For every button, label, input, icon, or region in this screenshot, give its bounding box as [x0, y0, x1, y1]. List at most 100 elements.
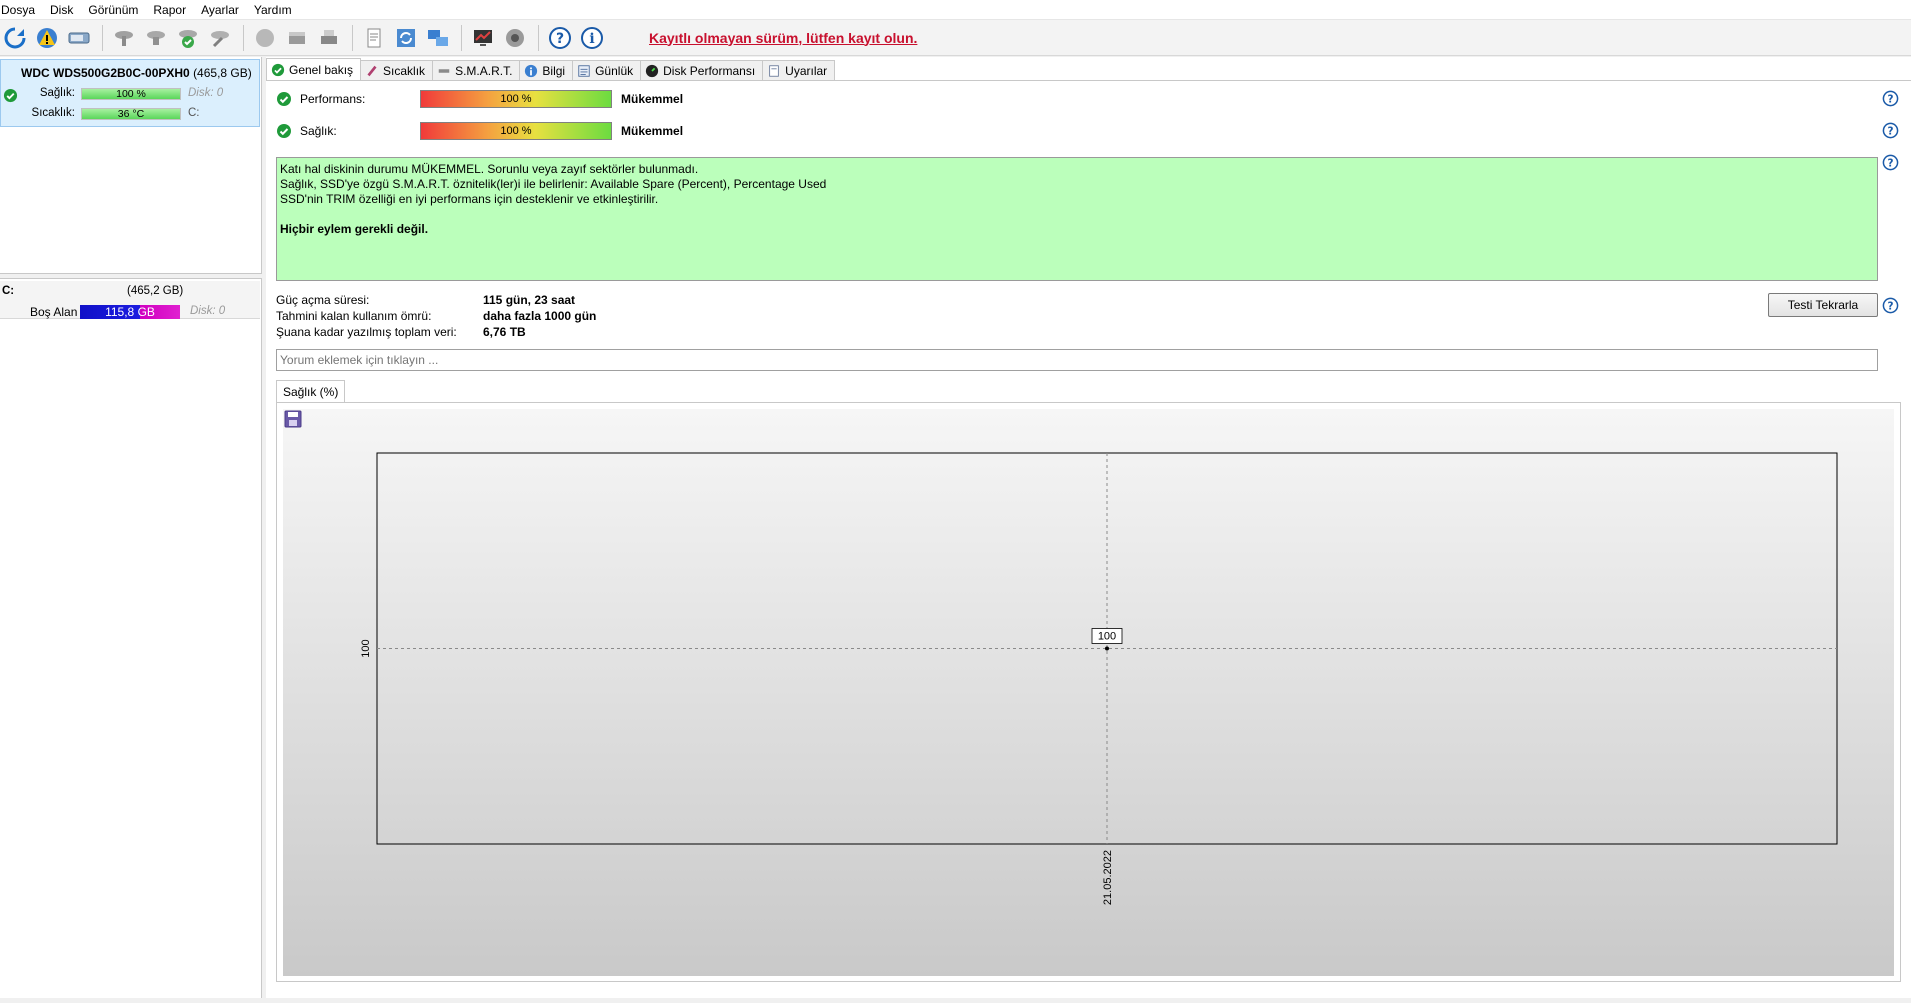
- disk-index: Disk: 0: [188, 87, 224, 99]
- lifetime-value: daha fazla 1000 gün: [483, 309, 597, 323]
- status-message-box: Katı hal diskinin durumu MÜKEMMEL. Sorun…: [276, 157, 1878, 281]
- check-circle-icon: [271, 63, 285, 77]
- tab-info-label: Bilgi: [542, 64, 566, 78]
- sync-button[interactable]: [391, 23, 421, 53]
- tab-alerts-label: Uyarılar: [785, 64, 828, 78]
- performance-status: Mükemmel: [621, 92, 684, 106]
- tab-overview[interactable]: Genel bakış: [266, 58, 362, 81]
- performance-ok-icon: [277, 92, 291, 106]
- temp-mini-value: 36 °C: [117, 108, 145, 120]
- y-tick-label: 100: [360, 639, 372, 657]
- menu-dosya[interactable]: Dosya: [0, 0, 49, 20]
- menu-yardim[interactable]: Yardım: [253, 0, 306, 20]
- main-panel: Genel bakış Sıcaklık S.M.A.R.T. Bilgi Gü…: [266, 57, 1911, 1003]
- disk-list-panel: WDC WDS500G2B0C-00PXH0 (465,8 GB) Sağlık…: [0, 57, 262, 1003]
- tab-bar: Genel bakış Sıcaklık S.M.A.R.T. Bilgi Gü…: [266, 58, 836, 81]
- tab-log[interactable]: Günlük: [572, 60, 642, 81]
- help-icon[interactable]: ?: [1882, 297, 1899, 314]
- volume-disk-index: Disk: 0: [190, 305, 226, 317]
- health-bar: 100 %: [420, 122, 612, 140]
- printer-icon: [321, 29, 337, 44]
- written-label: Şuana kadar yazılmış toplam veri:: [276, 325, 457, 339]
- menu-gorunum[interactable]: Görünüm: [87, 0, 152, 20]
- disk-name: WDC WDS500G2B0C-00PXH0: [21, 66, 190, 80]
- disk-tool-2-button[interactable]: [141, 23, 171, 53]
- disk-tool-4-button[interactable]: [205, 23, 235, 53]
- tab-temperature[interactable]: Sıcaklık: [360, 60, 434, 81]
- disk-card[interactable]: WDC WDS500G2B0C-00PXH0 (465,8 GB) Sağlık…: [0, 59, 260, 127]
- tool-6-button[interactable]: [282, 23, 312, 53]
- disk-tool-3-button[interactable]: [173, 23, 203, 53]
- lifetime-label: Tahmini kalan kullanım ömrü:: [276, 309, 432, 323]
- menu-rapor[interactable]: Rapor: [152, 0, 200, 20]
- volume-size: (465,2 GB): [127, 285, 184, 297]
- toolbar-separator: [538, 24, 539, 51]
- disk-size: (465,8 GB): [193, 66, 252, 80]
- drive-letter: C:: [188, 107, 200, 119]
- alert-icon: [769, 65, 779, 77]
- menu-disk[interactable]: Disk: [49, 0, 87, 20]
- disk-tool-1-button[interactable]: [109, 23, 139, 53]
- toolbar-separator: [461, 24, 462, 51]
- thermometer-icon: [367, 65, 377, 77]
- monitor-button[interactable]: [468, 23, 498, 53]
- tab-overview-label: Genel bakış: [289, 63, 354, 77]
- box-icon: [289, 31, 305, 44]
- info-icon: [525, 64, 538, 78]
- free-space-label: Boş Alan: [30, 305, 78, 319]
- tab-disk-performance-label: Disk Performansı: [663, 64, 756, 78]
- help-icon: ?: [549, 26, 571, 49]
- tool-5-button[interactable]: [250, 23, 280, 53]
- panel-splitter[interactable]: [0, 273, 262, 279]
- help-button[interactable]: ?: [545, 23, 575, 53]
- disk-button[interactable]: [64, 23, 94, 53]
- status-bar: [0, 998, 1911, 1003]
- tab-alerts[interactable]: Uyarılar: [762, 60, 836, 81]
- blob-icon: [256, 28, 274, 47]
- sound-button[interactable]: [500, 23, 530, 53]
- svg-text:?: ?: [1887, 300, 1893, 312]
- tool-7-button[interactable]: [314, 23, 344, 53]
- monitor-icon: [474, 29, 492, 46]
- power-on-value: 115 gün, 23 saat: [483, 293, 576, 307]
- toolbar-separator: [243, 24, 244, 51]
- tab-smart-label: S.M.A.R.T.: [455, 64, 513, 78]
- tab-disk-performance[interactable]: Disk Performansı: [640, 60, 764, 81]
- info-icon: i: [581, 26, 603, 49]
- volume-card[interactable]: C: (465,2 GB) Boş Alan 115,8 GB Disk: 0: [0, 281, 260, 319]
- tab-underline: [266, 80, 1911, 81]
- written-value: 6,76 TB: [483, 325, 526, 339]
- register-link[interactable]: Kayıtlı olmayan sürüm, lütfen kayıt olun…: [649, 30, 917, 46]
- retest-button[interactable]: Testi Tekrarla: [1768, 293, 1878, 317]
- health-label: Sağlık:: [300, 124, 337, 138]
- disk-scan-icon: [147, 30, 165, 45]
- help-icon[interactable]: ?: [1882, 90, 1899, 107]
- tab-info[interactable]: Bilgi: [519, 60, 574, 81]
- performance-bar: 100 %: [420, 90, 612, 108]
- disk-check-icon: [179, 29, 197, 48]
- free-space-bar: 115,8 GB: [80, 305, 180, 319]
- health-label: Sağlık:: [39, 87, 75, 99]
- refresh-button[interactable]: [0, 23, 30, 53]
- network-button[interactable]: [423, 23, 453, 53]
- comment-input[interactable]: [276, 349, 1878, 371]
- health-chart: 100 21.05.2022 100: [360, 452, 1838, 905]
- power-on-label: Güç açma süresi:: [276, 293, 370, 307]
- about-button[interactable]: i: [577, 23, 607, 53]
- health-status: Mükemmel: [621, 124, 684, 138]
- message-line: Katı hal diskinin durumu MÜKEMMEL. Sorun…: [280, 162, 699, 176]
- report-button[interactable]: [359, 23, 389, 53]
- tab-health-chart[interactable]: Sağlık (%): [276, 380, 346, 403]
- help-icon[interactable]: ?: [1882, 122, 1899, 139]
- menu-ayarlar[interactable]: Ayarlar: [200, 0, 253, 20]
- toolbar-separator: [102, 24, 103, 51]
- svg-text:?: ?: [1887, 157, 1893, 169]
- x-tick-label: 21.05.2022: [1102, 850, 1114, 905]
- tab-smart[interactable]: S.M.A.R.T.: [432, 60, 521, 81]
- alert-button[interactable]: [32, 23, 62, 53]
- message-line: SSD'nin TRIM özelliği en iyi performans …: [280, 192, 659, 206]
- disk-wrench-icon: [211, 30, 229, 47]
- temp-label: Sıcaklık:: [31, 107, 75, 119]
- sync-icon: [397, 28, 415, 47]
- help-icon[interactable]: ?: [1882, 154, 1899, 171]
